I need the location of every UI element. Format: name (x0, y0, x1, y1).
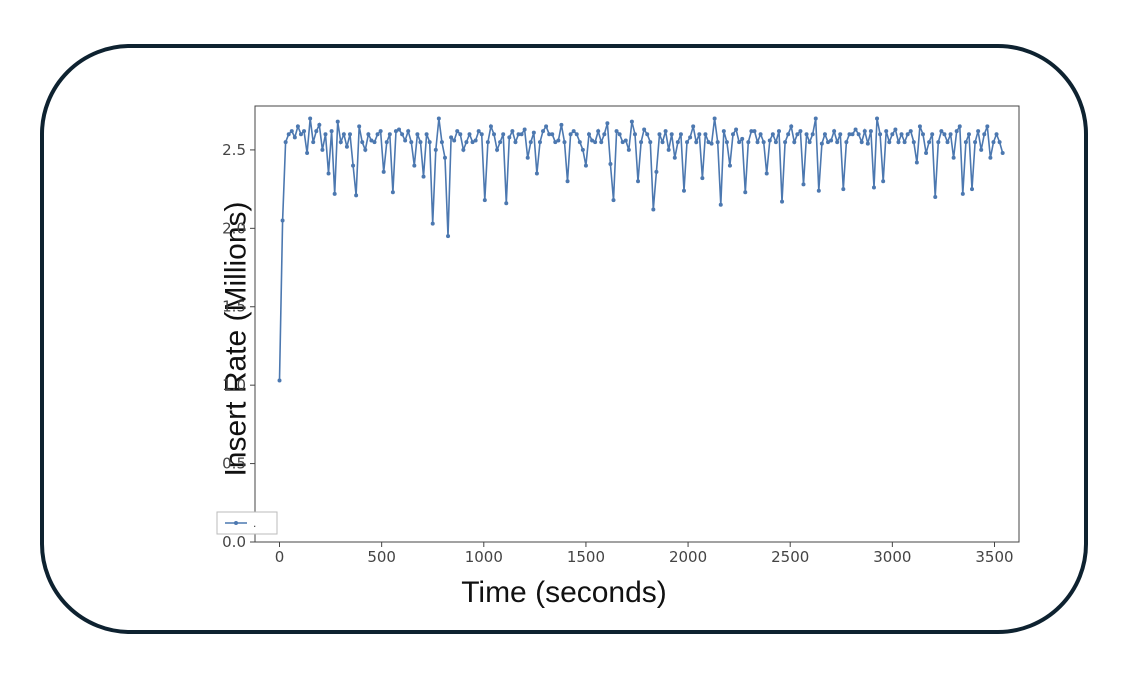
x-axis-label: Time (seconds) (44, 576, 1084, 610)
svg-text:0.0: 0.0 (222, 533, 246, 551)
svg-text:500: 500 (367, 548, 396, 566)
svg-text:0: 0 (275, 548, 285, 566)
svg-text:2.0: 2.0 (222, 219, 246, 237)
svg-text:1.0: 1.0 (222, 376, 246, 394)
svg-text:1500: 1500 (567, 548, 605, 566)
svg-text:.: . (253, 516, 256, 530)
chart-card: Insert Rate (Millions) Time (seconds) 0.… (40, 44, 1088, 634)
plot-area: 0.0 0.5 1.0 1.5 2.0 2.5 0 500 1000 1500 2000 2500 30… (209, 96, 1029, 576)
svg-text:1.5: 1.5 (222, 298, 246, 316)
line-chart: 0.0 0.5 1.0 1.5 2.0 2.5 0 500 1000 1500 2000 2500 30… (209, 96, 1029, 576)
svg-text:0.5: 0.5 (222, 455, 246, 473)
svg-text:2.5: 2.5 (222, 141, 246, 159)
svg-text:2500: 2500 (771, 548, 809, 566)
svg-text:3500: 3500 (975, 548, 1013, 566)
svg-text:1000: 1000 (465, 548, 503, 566)
svg-text:2000: 2000 (669, 548, 707, 566)
svg-text:3000: 3000 (873, 548, 911, 566)
